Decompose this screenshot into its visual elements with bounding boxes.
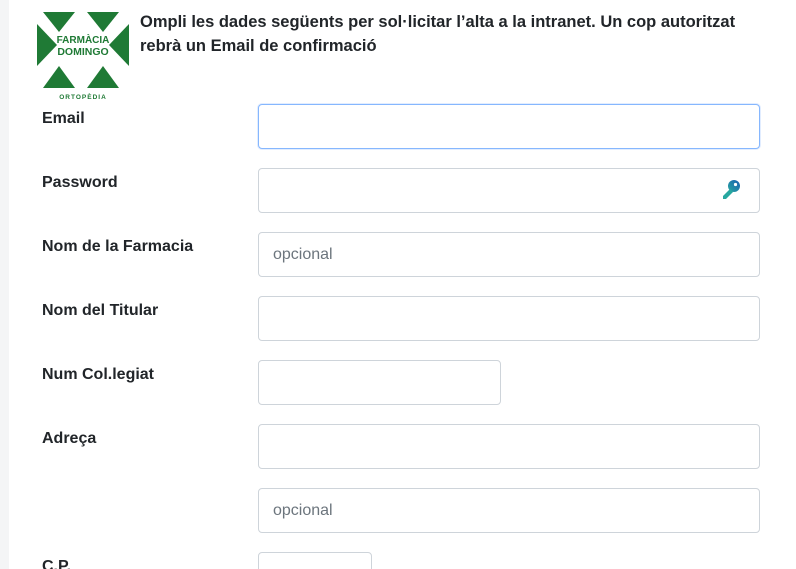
password-label: Password: [42, 174, 118, 191]
email-input[interactable]: [258, 104, 760, 149]
intro-text: Ompli les dades següents per sol·licitar…: [140, 13, 736, 55]
svg-text:FARMÀCIA: FARMÀCIA: [57, 33, 110, 46]
holder-name-input[interactable]: [258, 296, 760, 341]
pharmacy-logo-graphic: FARMÀCIA DOMINGO ORTOPÈDIA: [37, 12, 129, 101]
svg-text:DOMINGO: DOMINGO: [57, 46, 108, 58]
address-line2-input[interactable]: [258, 488, 760, 533]
registration-page: FARMÀCIA DOMINGO ORTOPÈDIA Ompli les dad…: [9, 0, 796, 569]
svg-text:ORTOPÈDIA: ORTOPÈDIA: [59, 92, 107, 101]
address-input[interactable]: [258, 424, 760, 469]
key-icon[interactable]: [722, 179, 742, 203]
postal-code-input[interactable]: [258, 552, 372, 569]
pharmacy-name-input[interactable]: [258, 232, 760, 277]
membership-number-label: Num Col.legiat: [42, 366, 155, 383]
address-label: Adreça: [42, 430, 97, 447]
postal-code-label: C.P.: [42, 558, 72, 569]
holder-name-label: Nom del Titular: [42, 302, 159, 319]
pharmacy-name-label: Nom de la Farmacia: [42, 238, 194, 255]
pharmacy-logo: FARMÀCIA DOMINGO ORTOPÈDIA: [35, 6, 131, 104]
membership-number-input[interactable]: [258, 360, 501, 405]
password-input[interactable]: [258, 168, 760, 213]
email-label: Email: [42, 110, 85, 127]
